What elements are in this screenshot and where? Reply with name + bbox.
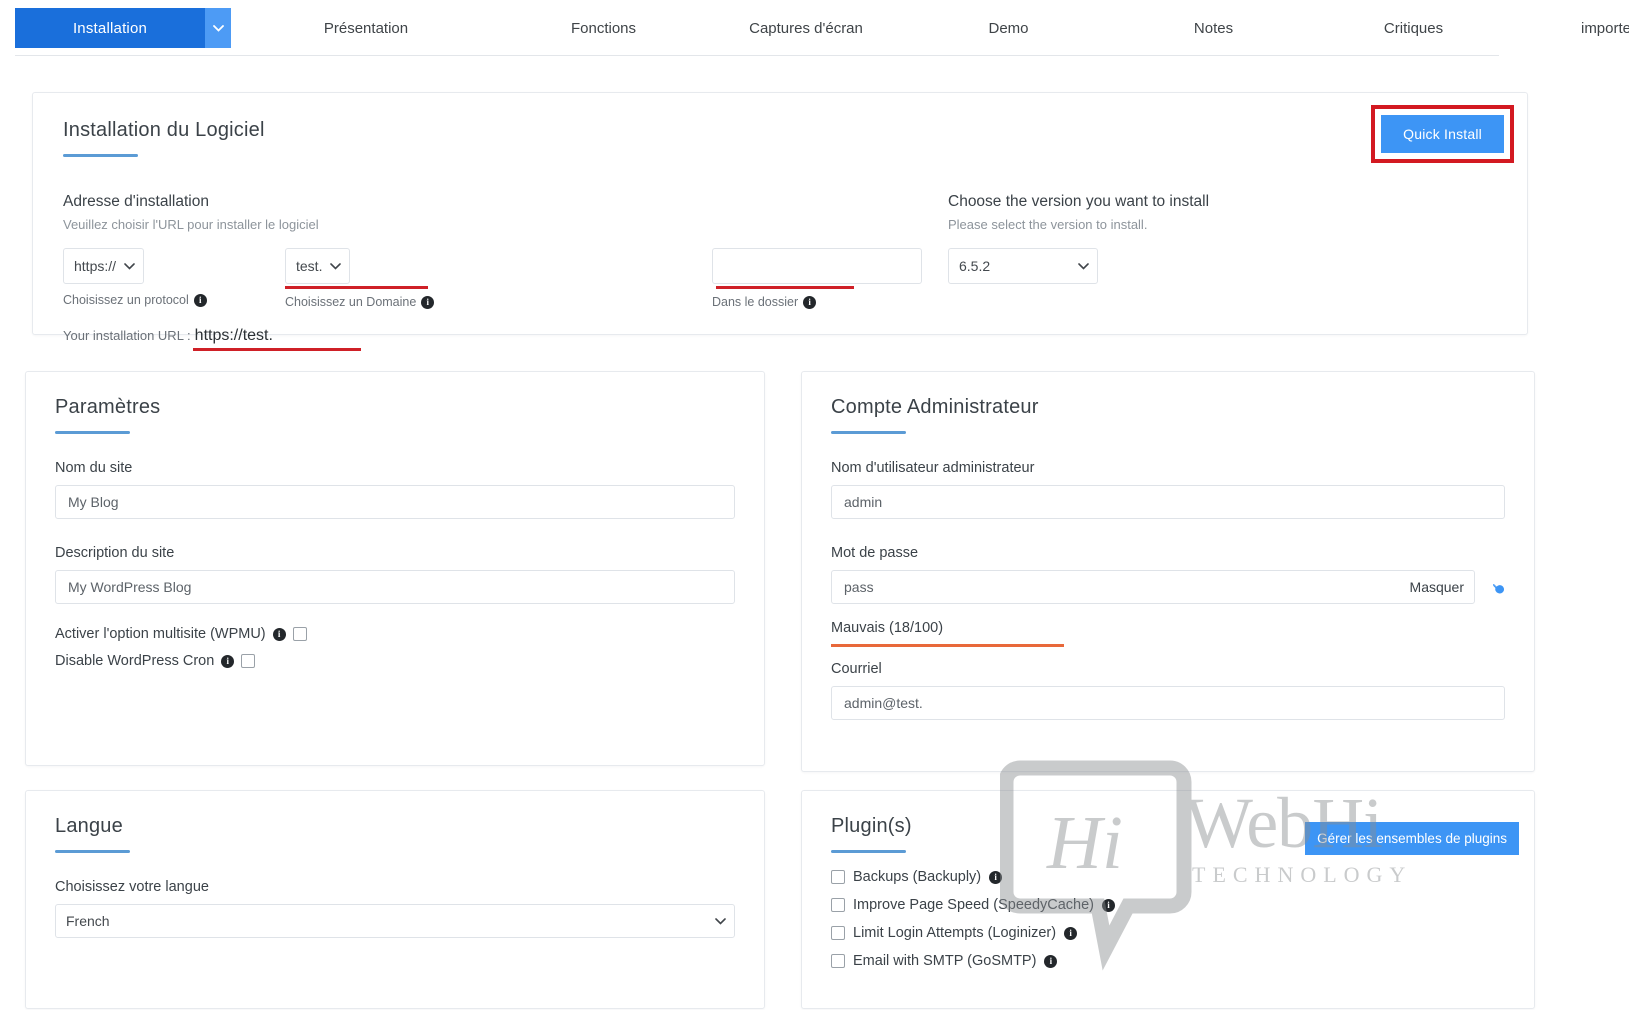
language-card: Langue Choisissez votre langue French bbox=[25, 790, 765, 1009]
tab-importer[interactable]: importer bbox=[1511, 0, 1629, 56]
tab-fonctions[interactable]: Fonctions bbox=[501, 0, 706, 56]
quick-install-button[interactable]: Quick Install bbox=[1381, 115, 1504, 153]
installation-url-prefix: Your installation URL : bbox=[63, 328, 191, 343]
domain-highlight-underline bbox=[285, 286, 428, 289]
version-select[interactable]: 6.5.2 bbox=[948, 248, 1098, 284]
install-url-controls: https:// Choisissez un protocol i bbox=[63, 248, 923, 309]
multisite-row: Activer l'option multisite (WPMU) i bbox=[55, 626, 735, 642]
multisite-checkbox[interactable] bbox=[293, 627, 307, 641]
info-icon[interactable]: i bbox=[803, 296, 816, 309]
folder-group: Dans le dossier i bbox=[712, 248, 922, 309]
domain-caption: Choisissez un Domaine i bbox=[285, 295, 703, 309]
multisite-label: Activer l'option multisite (WPMU) bbox=[55, 626, 266, 642]
tab-presentation[interactable]: Présentation bbox=[231, 0, 501, 56]
plugin-gosmtp-label: Email with SMTP (GoSMTP) bbox=[853, 953, 1036, 969]
language-select[interactable]: French bbox=[55, 904, 735, 938]
plugin-backups-checkbox[interactable] bbox=[831, 870, 845, 884]
info-icon[interactable]: i bbox=[194, 294, 207, 307]
info-icon[interactable]: i bbox=[989, 871, 1002, 884]
plugin-row: Improve Page Speed (SpeedyCache) i bbox=[831, 897, 1505, 913]
site-description-label: Description du site bbox=[55, 545, 735, 561]
software-installation-card: Installation du Logiciel Quick Install A… bbox=[32, 92, 1528, 335]
plugin-row: Backups (Backuply) i bbox=[831, 869, 1505, 885]
manage-plugin-sets-button[interactable]: Gérer les ensembles de plugins bbox=[1305, 822, 1519, 855]
domain-caption-text: Choisissez un Domaine bbox=[285, 295, 416, 309]
info-icon[interactable]: i bbox=[421, 296, 434, 309]
plugin-loginizer-checkbox[interactable] bbox=[831, 926, 845, 940]
settings-card: Paramètres Nom du site Description du si… bbox=[25, 371, 765, 766]
plugin-speedycache-checkbox[interactable] bbox=[831, 898, 845, 912]
quick-install-highlight: Quick Install bbox=[1371, 105, 1514, 163]
plugin-gosmtp-checkbox[interactable] bbox=[831, 954, 845, 968]
chevron-down-icon[interactable] bbox=[205, 8, 231, 48]
protocol-select[interactable]: https:// bbox=[63, 248, 144, 284]
folder-caption: Dans le dossier i bbox=[712, 295, 922, 309]
info-icon[interactable]: i bbox=[1102, 899, 1115, 912]
admin-username-input[interactable] bbox=[831, 485, 1505, 519]
site-name-label: Nom du site bbox=[55, 460, 735, 476]
administrator-account-card: Compte Administrateur Nom d'utilisateur … bbox=[801, 371, 1535, 772]
tab-demo[interactable]: Demo bbox=[906, 0, 1111, 56]
disable-cron-label: Disable WordPress Cron bbox=[55, 653, 214, 669]
tab-installation[interactable]: Installation bbox=[15, 8, 231, 48]
tab-installation-label[interactable]: Installation bbox=[15, 8, 205, 48]
site-name-input[interactable] bbox=[55, 485, 735, 519]
language-choose-label: Choisissez votre langue bbox=[55, 879, 735, 895]
folder-caption-text: Dans le dossier bbox=[712, 295, 798, 309]
protocol-caption-text: Choisissez un protocol bbox=[63, 293, 189, 307]
protocol-caption: Choisissez un protocol i bbox=[63, 293, 275, 307]
key-icon[interactable] bbox=[1485, 577, 1505, 597]
title-underline bbox=[831, 431, 906, 434]
plugin-row: Limit Login Attempts (Loginizer) i bbox=[831, 925, 1505, 941]
installation-url-highlight-underline bbox=[193, 348, 361, 351]
plugins-card: Gérer les ensembles de plugins Plugin(s)… bbox=[801, 790, 1535, 1009]
folder-input[interactable] bbox=[712, 248, 922, 284]
disable-cron-row: Disable WordPress Cron i bbox=[55, 653, 735, 669]
admin-email-label: Courriel bbox=[831, 661, 1505, 677]
tab-captures-decran[interactable]: Captures d'écran bbox=[706, 0, 906, 56]
site-description-input[interactable] bbox=[55, 570, 735, 604]
plugin-backups-label: Backups (Backuply) bbox=[853, 869, 981, 885]
admin-card-title: Compte Administrateur bbox=[831, 396, 1505, 419]
plugin-speedycache-label: Improve Page Speed (SpeedyCache) bbox=[853, 897, 1094, 913]
installation-url-value: https://test. bbox=[195, 327, 273, 344]
protocol-group: https:// Choisissez un protocol i bbox=[63, 248, 275, 307]
tab-notes[interactable]: Notes bbox=[1111, 0, 1316, 56]
info-icon[interactable]: i bbox=[273, 628, 286, 641]
admin-email-input[interactable] bbox=[831, 686, 1505, 720]
password-visibility-toggle[interactable]: Masquer bbox=[1410, 579, 1464, 595]
install-form: Adresse d'installation Veuillez choisir … bbox=[63, 193, 1497, 351]
admin-username-label: Nom d'utilisateur administrateur bbox=[831, 460, 1505, 476]
password-strength-bar bbox=[831, 644, 1064, 647]
domain-group: test. Choisissez un Domaine i bbox=[285, 248, 703, 309]
install-address-title: Adresse d'installation bbox=[63, 193, 923, 211]
title-underline bbox=[55, 431, 130, 434]
tab-bar: Installation Présentation Fonctions Capt… bbox=[0, 0, 1629, 56]
domain-select[interactable]: test. bbox=[285, 248, 350, 284]
version-subtitle: Please select the version to install. bbox=[948, 217, 1209, 232]
info-icon[interactable]: i bbox=[1044, 955, 1057, 968]
admin-password-row: Masquer bbox=[831, 570, 1505, 604]
plugin-row: Email with SMTP (GoSMTP) i bbox=[831, 953, 1505, 969]
folder-highlight-underline bbox=[716, 286, 854, 289]
admin-password-label: Mot de passe bbox=[831, 545, 1505, 561]
info-icon[interactable]: i bbox=[221, 655, 234, 668]
title-underline bbox=[831, 850, 906, 853]
version-title: Choose the version you want to install bbox=[948, 193, 1209, 211]
info-icon[interactable]: i bbox=[1064, 927, 1077, 940]
title-underline bbox=[63, 154, 138, 157]
plugin-loginizer-label: Limit Login Attempts (Loginizer) bbox=[853, 925, 1056, 941]
disable-cron-checkbox[interactable] bbox=[241, 654, 255, 668]
language-card-title: Langue bbox=[55, 815, 735, 838]
install-address-subtitle: Veuillez choisir l'URL pour installer le… bbox=[63, 217, 923, 232]
password-strength-label: Mauvais (18/100) bbox=[831, 620, 1505, 636]
settings-card-title: Paramètres bbox=[55, 396, 735, 419]
version-group: Choose the version you want to install P… bbox=[948, 193, 1209, 351]
install-address-group: Adresse d'installation Veuillez choisir … bbox=[63, 193, 923, 351]
admin-password-input[interactable] bbox=[831, 570, 1475, 604]
install-card-title: Installation du Logiciel bbox=[63, 119, 1497, 142]
title-underline bbox=[55, 850, 130, 853]
tab-critiques[interactable]: Critiques bbox=[1316, 0, 1511, 56]
installation-url-display: Your installation URL : https://test. bbox=[63, 327, 361, 351]
